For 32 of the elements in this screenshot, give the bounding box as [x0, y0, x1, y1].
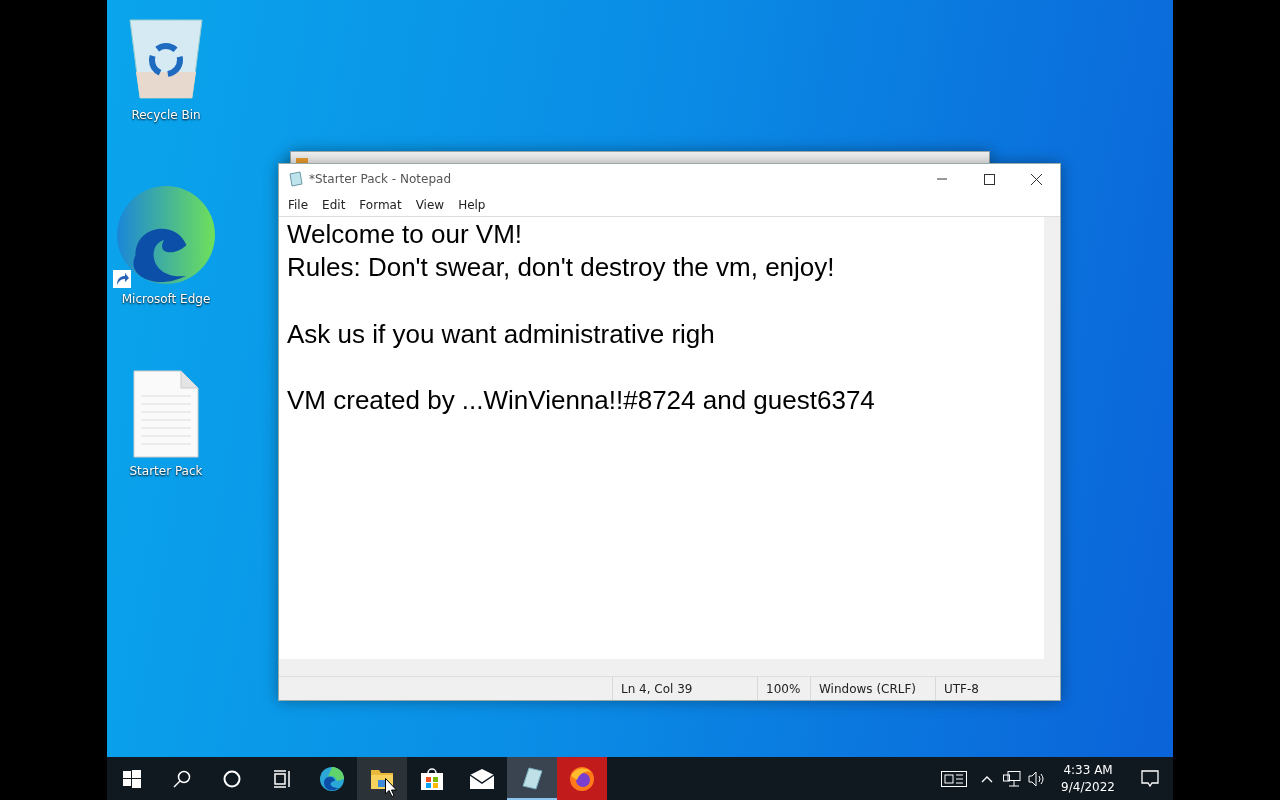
close-icon: [1031, 173, 1042, 185]
window-title: *Starter Pack - Notepad: [309, 171, 451, 188]
maximize-icon: [984, 173, 995, 185]
fox-taskbar-icon[interactable]: [557, 757, 607, 800]
news-icon[interactable]: [941, 770, 968, 787]
clock-date[interactable]: 9/4/2022: [1061, 778, 1115, 796]
menu-item[interactable]: Format: [352, 196, 409, 214]
mouse-cursor-icon: [385, 778, 397, 797]
vertical-scrollbar[interactable]: [1044, 217, 1060, 659]
text-file-icon: [133, 370, 199, 458]
windows-logo-icon: [123, 769, 141, 788]
menu-item[interactable]: View: [408, 196, 452, 214]
network-icon[interactable]: [1002, 770, 1021, 787]
status-text: Ln 4, Col 39: [612, 677, 757, 700]
menu-item[interactable]: Edit: [315, 196, 353, 214]
menu-item[interactable]: File: [281, 196, 316, 214]
horizontal-scrollbar[interactable]: [279, 659, 1060, 676]
notepad-icon: [288, 171, 304, 187]
status-text: UTF-8: [935, 677, 1053, 700]
text-editor[interactable]: Welcome to our VM! Rules: Don't swear, don't destroy the vm, enjoy! Ask us if you want administrative righ VM created by ...WinVienna!!#8724 and guest6374: [279, 217, 1044, 659]
status-text: Windows (CRLF): [810, 677, 935, 700]
menu-item[interactable]: Help: [451, 196, 493, 214]
chevron-up-icon[interactable]: [980, 774, 993, 783]
status-text: 100%: [757, 677, 810, 700]
search-icon: [173, 769, 191, 788]
notepad-taskbar-icon[interactable]: [507, 757, 557, 800]
folder-taskbar-icon[interactable]: [357, 757, 407, 800]
volume-icon[interactable]: [1027, 770, 1046, 787]
edge-icon: [115, 184, 217, 286]
notifications-icon[interactable]: [1141, 769, 1159, 788]
clock-time[interactable]: 4:33 AM: [1061, 761, 1115, 779]
task-view-icon: [273, 769, 291, 788]
